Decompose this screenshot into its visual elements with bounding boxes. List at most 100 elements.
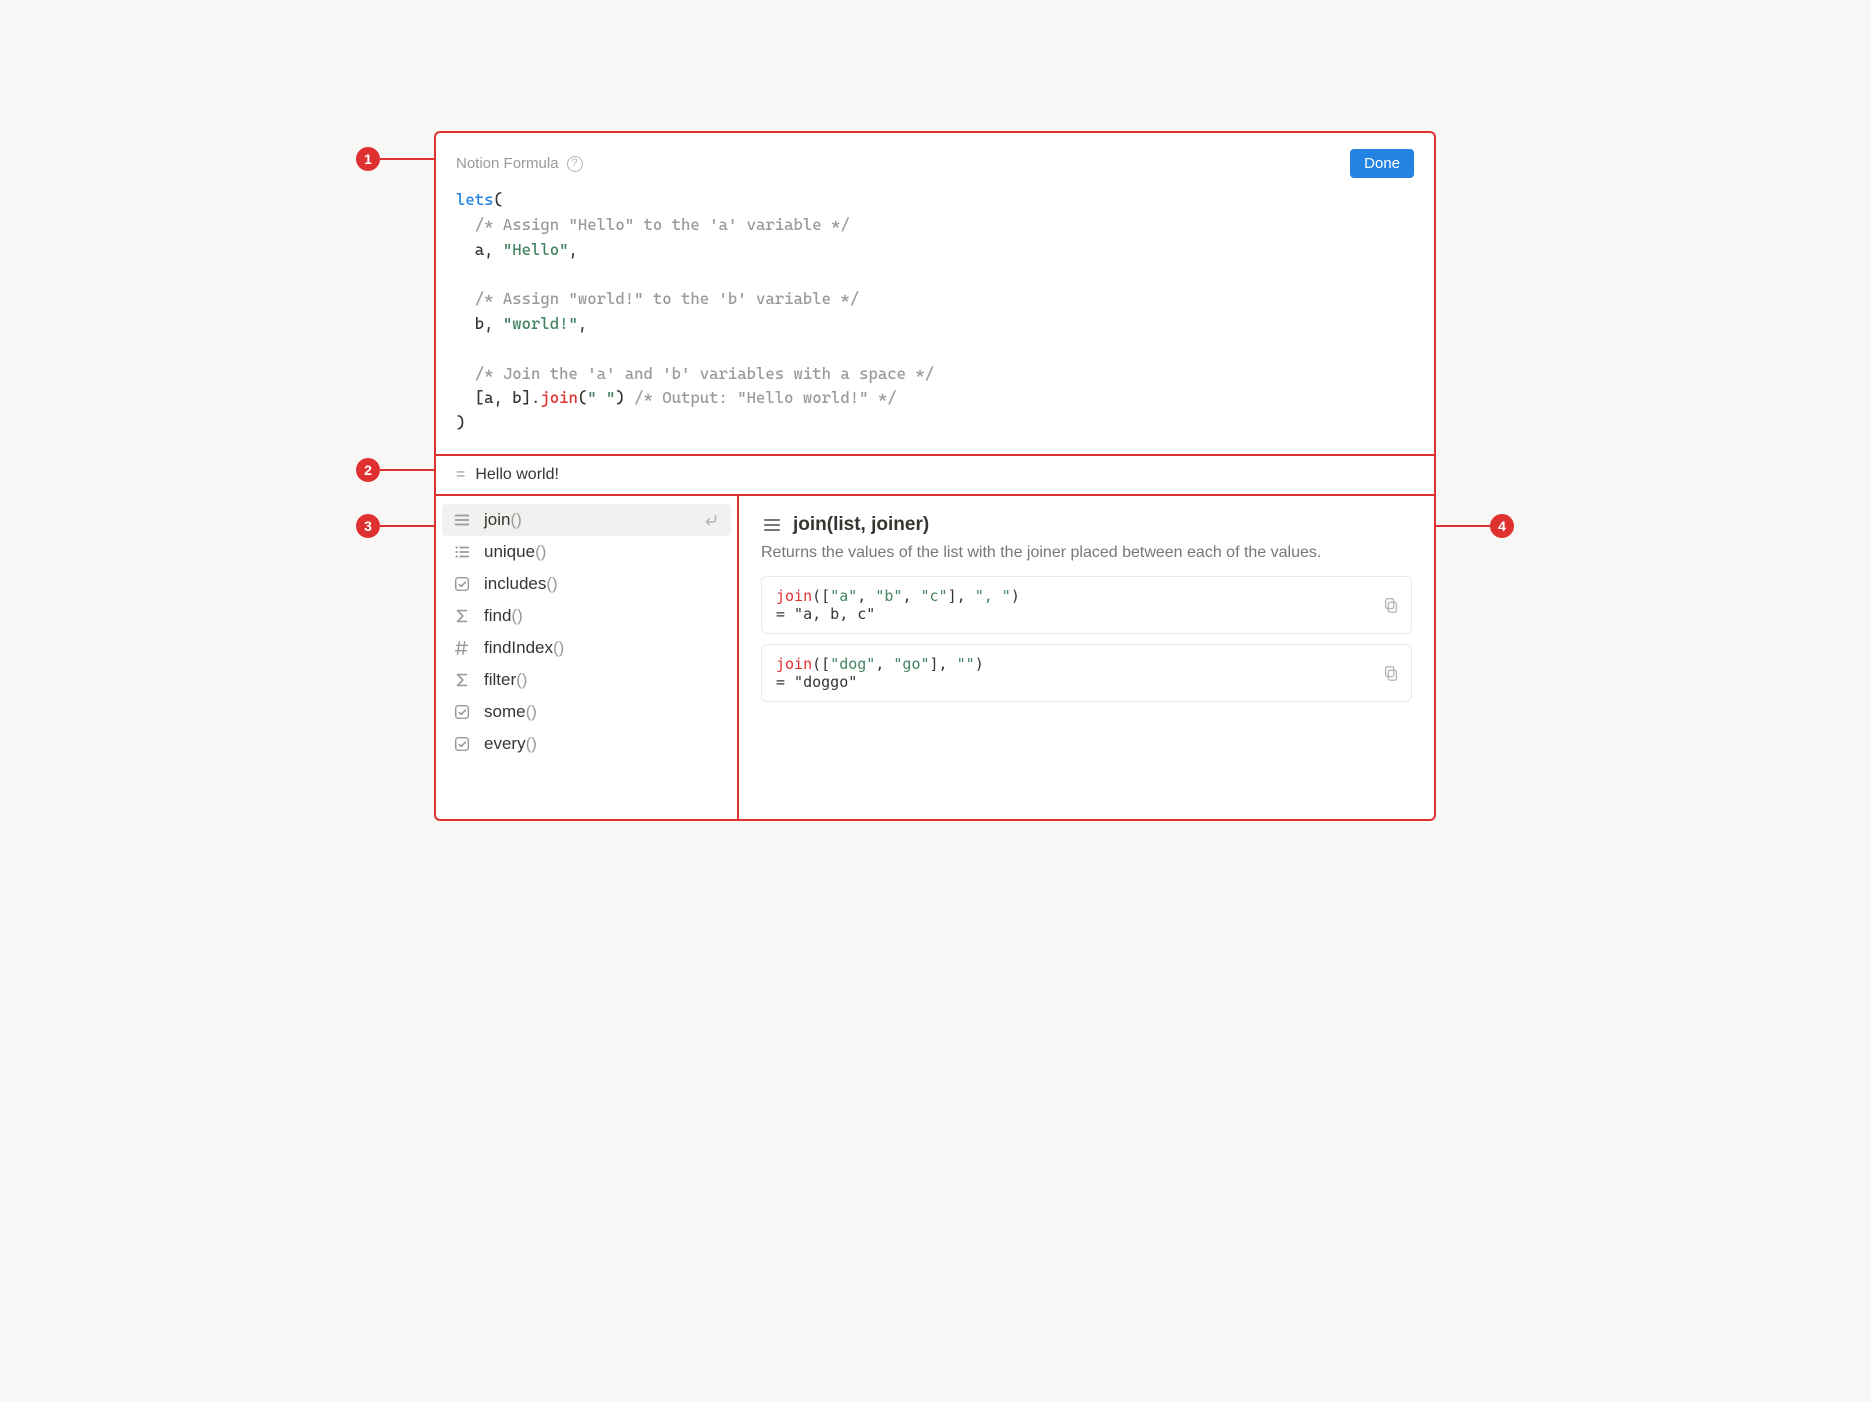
suggestion-item-includes[interactable]: includes() <box>442 568 731 600</box>
suggestion-item-find[interactable]: find() <box>442 600 731 632</box>
tok-comment: /* Assign "Hello" to the 'a' variable */ <box>475 215 850 234</box>
tok-function: join <box>540 388 578 407</box>
suggestion-item-paren: () <box>526 702 537 721</box>
suggestion-item-name: find <box>484 606 511 625</box>
callout-line <box>380 158 434 160</box>
suggestion-item-name: includes <box>484 574 546 593</box>
callout-4: 4 <box>1436 514 1514 538</box>
tok-keyword: lets <box>456 190 494 209</box>
docs-description: Returns the values of the list with the … <box>761 544 1412 562</box>
formula-editor: Notion Formula ? Done lets( /* Assign "H… <box>434 131 1436 821</box>
suggestion-item-paren: () <box>535 542 546 561</box>
callout-line <box>380 525 434 527</box>
tok-comment: /* Output: "Hello world!" */ <box>634 388 897 407</box>
tok-punc: ( <box>494 190 503 209</box>
docs-panel: join(list, joiner) Returns the values of… <box>739 496 1434 819</box>
formula-header-left: Notion Formula ? <box>456 155 583 172</box>
suggestion-item-paren: () <box>511 606 522 625</box>
lower-split: join()unique()includes()find()findIndex(… <box>436 496 1434 819</box>
tok-punc: ( <box>578 388 587 407</box>
suggestion-item-paren: () <box>526 734 537 753</box>
help-icon[interactable]: ? <box>567 156 583 172</box>
tok-function: join <box>776 587 812 605</box>
suggestion-item-label: find() <box>484 606 523 626</box>
suggestion-item-findindex[interactable]: findIndex() <box>442 632 731 664</box>
tok-ident: b <box>475 314 484 333</box>
suggestion-item-filter[interactable]: filter() <box>442 664 731 696</box>
suggestion-item-label: join() <box>484 510 522 530</box>
suggestion-item-name: some <box>484 702 526 721</box>
copy-icon[interactable] <box>1381 595 1401 615</box>
tok-string: "go" <box>893 655 929 673</box>
check-icon <box>452 734 472 754</box>
formula-code[interactable]: lets( /* Assign "Hello" to the 'a' varia… <box>456 188 1414 436</box>
callout-2: 2 <box>356 458 434 482</box>
tok-string: "a" <box>830 587 857 605</box>
enter-icon <box>701 510 721 530</box>
tok-punc: , <box>494 388 513 407</box>
sigma-icon <box>452 670 472 690</box>
callout-badge: 2 <box>356 458 380 482</box>
tok-ident: a <box>484 388 493 407</box>
tok-punc: , <box>875 655 893 673</box>
tok-punc: ], <box>930 655 957 673</box>
docs-example: join(["a", "b", "c"], ", ") = "a, b, c" <box>761 576 1412 634</box>
tok-string: "world!" <box>503 314 578 333</box>
tok-punc: , <box>569 240 578 259</box>
lines-icon <box>452 510 472 530</box>
suggestion-list: join()unique()includes()find()findIndex(… <box>436 496 739 819</box>
tok-comment: /* Assign "world!" to the 'b' variable *… <box>475 289 859 308</box>
tok-punc: ) <box>1011 587 1020 605</box>
tok-string: "Hello" <box>503 240 569 259</box>
formula-title: Notion Formula <box>456 155 559 172</box>
tok-punc: , <box>902 587 920 605</box>
tok-function: join <box>776 655 812 673</box>
equals-icon: = <box>456 466 465 484</box>
callout-1: 1 <box>356 147 434 171</box>
docs-title: join(list, joiner) <box>793 514 929 536</box>
tok-punc: ([ <box>812 587 830 605</box>
suggestion-item-label: some() <box>484 702 537 722</box>
docs-title-row: join(list, joiner) <box>761 514 1412 536</box>
suggestion-item-label: includes() <box>484 574 558 594</box>
tok-punc: , <box>484 314 503 333</box>
sigma-icon <box>452 606 472 626</box>
suggestion-item-every[interactable]: every() <box>442 728 731 760</box>
suggestion-item-name: every <box>484 734 526 753</box>
tok-string: "dog" <box>830 655 875 673</box>
tok-punc: . <box>531 388 540 407</box>
suggestion-item-name: unique <box>484 542 535 561</box>
suggestion-item-name: join <box>484 510 510 529</box>
tok-comment: /* Join the 'a' and 'b' variables with a… <box>475 364 934 383</box>
suggestion-item-some[interactable]: some() <box>442 696 731 728</box>
docs-example: join(["dog", "go"], "") = "doggo" <box>761 644 1412 702</box>
tok-string: "b" <box>875 587 902 605</box>
list-icon <box>452 542 472 562</box>
tok-ident: b <box>512 388 521 407</box>
tok-punc: ([ <box>812 655 830 673</box>
docs-example-result: = "doggo" <box>776 673 857 691</box>
suggestion-item-join[interactable]: join() <box>442 504 731 536</box>
copy-icon[interactable] <box>1381 663 1401 683</box>
tok-punc: ] <box>522 388 531 407</box>
tok-punc: ) <box>975 655 984 673</box>
suggestion-item-unique[interactable]: unique() <box>442 536 731 568</box>
tok-string: "" <box>957 655 975 673</box>
tok-punc: , <box>857 587 875 605</box>
check-icon <box>452 574 472 594</box>
suggestion-item-paren: () <box>546 574 557 593</box>
tok-ident: a <box>475 240 484 259</box>
stage: 1 2 3 4 Notion Formula ? Done lets( /* A… <box>300 0 1570 952</box>
formula-header: Notion Formula ? Done <box>456 149 1414 178</box>
lines-icon <box>761 514 783 536</box>
callout-line <box>1436 525 1490 527</box>
tok-string: " " <box>587 388 615 407</box>
callout-badge: 4 <box>1490 514 1514 538</box>
done-button[interactable]: Done <box>1350 149 1414 178</box>
callout-badge: 1 <box>356 147 380 171</box>
check-icon <box>452 702 472 722</box>
suggestion-item-name: filter <box>484 670 516 689</box>
tok-string: ", " <box>975 587 1011 605</box>
suggestion-item-label: filter() <box>484 670 527 690</box>
callout-3: 3 <box>356 514 434 538</box>
